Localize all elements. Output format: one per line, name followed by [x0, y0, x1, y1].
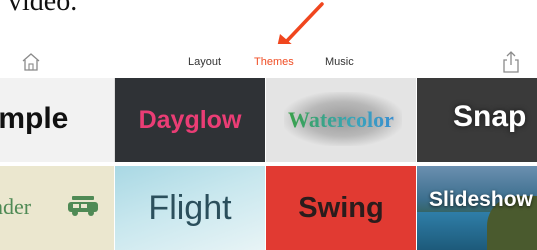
- theme-tile-wander[interactable]: nder: [0, 166, 114, 250]
- tab-themes[interactable]: Themes: [254, 56, 294, 68]
- theme-label-flight: Flight: [148, 188, 232, 227]
- theme-tile-dayglow[interactable]: Dayglow: [115, 78, 265, 162]
- theme-tile-simple[interactable]: imple: [0, 78, 115, 162]
- theme-label-snap: Snap: [453, 100, 527, 133]
- theme-tile-snap[interactable]: Snap: [417, 78, 537, 162]
- theme-tile-slideshow[interactable]: Slideshow: [417, 166, 537, 250]
- theme-label-watercolor: Watercolor: [288, 107, 394, 132]
- caption-text: video.: [8, 0, 78, 17]
- theme-tile-watercolor[interactable]: Watercolor: [266, 78, 416, 162]
- theme-label-swing: Swing: [298, 191, 384, 224]
- share-icon[interactable]: [501, 50, 521, 74]
- theme-tile-swing[interactable]: Swing: [266, 166, 416, 250]
- theme-label-slideshow: Slideshow: [429, 188, 533, 211]
- theme-tile-flight[interactable]: Flight: [115, 166, 265, 250]
- home-icon[interactable]: [20, 52, 42, 72]
- theme-grid: imple Dayglow Watercolor Snap nder Fligh…: [0, 78, 537, 250]
- top-toolbar: Layout Themes Music: [0, 44, 537, 78]
- theme-label-dayglow: Dayglow: [138, 105, 242, 134]
- theme-label-simple: imple: [0, 102, 69, 135]
- tab-music[interactable]: Music: [325, 56, 354, 68]
- car-icon: [68, 196, 98, 216]
- tab-layout[interactable]: Layout: [188, 56, 221, 68]
- theme-label-wander: nder: [0, 194, 32, 219]
